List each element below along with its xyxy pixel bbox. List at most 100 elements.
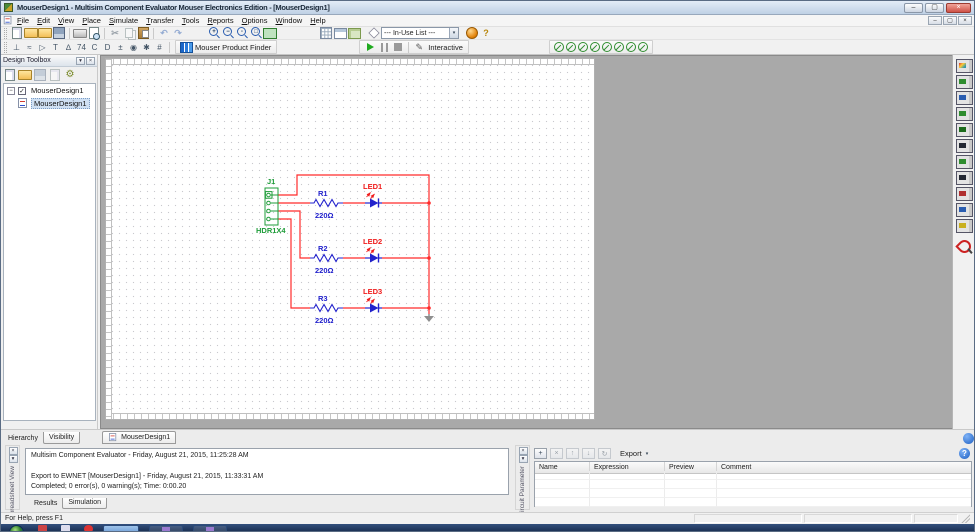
iv-analyzer-icon[interactable] <box>956 219 974 233</box>
svg-text:220Ω[interactable]: 220Ω <box>315 211 334 220</box>
frequency-counter-icon[interactable] <box>956 155 974 169</box>
spreadsheet-view-icon[interactable] <box>333 27 347 40</box>
redo-icon[interactable]: ↷ <box>171 27 185 40</box>
document-tab-mouserdesign1[interactable]: MouserDesign1 <box>102 431 176 444</box>
oscilloscope-icon[interactable] <box>956 107 974 121</box>
open-design-icon[interactable] <box>18 68 32 81</box>
differential-voltage-probe-icon[interactable] <box>589 41 601 54</box>
svg-text:220Ω[interactable]: 220Ω <box>315 316 334 325</box>
place-analog-icon[interactable]: ∆ <box>62 41 75 54</box>
multimeter-icon[interactable] <box>956 59 974 73</box>
delete-parameter-icon[interactable]: × <box>550 448 563 459</box>
in-use-list-select[interactable]: --- In-Use List --- ▾ <box>381 27 459 39</box>
new-icon[interactable] <box>10 27 24 40</box>
wattmeter-icon[interactable] <box>956 91 974 105</box>
mouser-product-finder-button[interactable]: Mouser Product Finder <box>175 40 277 54</box>
svg-text:R3[interactable]: R3 <box>318 294 328 303</box>
tab-hierarchy[interactable]: Hierarchy <box>3 432 43 444</box>
connector-ref-label[interactable]: J1 <box>267 177 275 186</box>
restore-button[interactable]: ▢ <box>925 3 944 13</box>
menu-item-tools[interactable]: Tools <box>178 16 204 25</box>
place-basic-icon[interactable]: ≈ <box>23 41 36 54</box>
svg-text:R2[interactable]: R2 <box>318 244 328 253</box>
menu-item-transfer[interactable]: Transfer <box>142 16 178 25</box>
tab-visibility[interactable]: Visibility <box>43 432 80 444</box>
pane-expand-icon[interactable]: ▾ <box>9 455 18 463</box>
new-design-icon[interactable] <box>3 68 17 81</box>
menu-item-file[interactable]: File <box>13 16 33 25</box>
menu-item-simulate[interactable]: Simulate <box>105 16 142 25</box>
copy-icon[interactable] <box>122 27 136 40</box>
taskbar-icon[interactable] <box>84 525 93 532</box>
menu-item-reports[interactable]: Reports <box>203 16 237 25</box>
voltage-probe-icon[interactable] <box>553 41 565 54</box>
taskbar-icon[interactable] <box>61 525 70 532</box>
cut-icon[interactable]: ✂ <box>108 27 122 40</box>
tree-row-child[interactable]: MouserDesign1 <box>4 97 95 110</box>
resize-grip[interactable] <box>961 514 970 523</box>
zoom-area-icon[interactable]: ▫ <box>235 27 249 40</box>
place-source-icon[interactable]: ⊥ <box>10 41 23 54</box>
logic-analyzer-icon[interactable] <box>956 187 974 201</box>
current-probe-icon[interactable] <box>565 41 577 54</box>
pane-menu-icon[interactable]: ▾ <box>76 57 85 65</box>
led-led3[interactable]: LED3 <box>363 287 382 313</box>
place-mixed-icon[interactable]: ± <box>114 41 127 54</box>
options-icon[interactable]: ⚙ <box>63 68 77 81</box>
update-parameter-icon[interactable]: ↻ <box>598 448 611 459</box>
function-generator-icon[interactable] <box>956 75 974 89</box>
current-clamp-icon[interactable] <box>956 238 974 254</box>
print-preview-icon[interactable] <box>87 27 101 40</box>
place-cmos-icon[interactable]: C <box>88 41 101 54</box>
tree-expander-icon[interactable]: − <box>7 87 15 95</box>
breadboard-view-icon[interactable] <box>347 27 361 40</box>
wires[interactable] <box>278 175 429 314</box>
probe-settings-icon[interactable] <box>637 41 649 54</box>
paste-icon[interactable] <box>136 27 150 40</box>
pane-expand-icon[interactable]: ▾ <box>519 455 528 463</box>
open-sample-icon[interactable] <box>38 27 52 40</box>
show-grid-icon[interactable] <box>319 27 333 40</box>
taskbar-icon[interactable] <box>38 525 47 532</box>
save-design-icon[interactable] <box>33 68 47 81</box>
schematic-canvas[interactable]: J1 HDR1X4 R1 220Ω LED1 <box>100 55 952 429</box>
move-up-icon[interactable]: ↑ <box>566 448 579 459</box>
minimize-button[interactable]: – <box>904 3 923 13</box>
svg-text:LED1[interactable]: LED1 <box>363 182 382 191</box>
logic-converter-icon[interactable] <box>956 203 974 217</box>
menu-item-view[interactable]: View <box>54 16 78 25</box>
pane-close-icon[interactable]: × <box>519 447 528 455</box>
svg-text:LED2[interactable]: LED2 <box>363 237 382 246</box>
undo-icon[interactable]: ↶ <box>157 27 171 40</box>
interactive-button[interactable]: ✎ Interactive <box>412 41 465 54</box>
close-button[interactable]: × <box>946 3 971 13</box>
power-probe-icon[interactable] <box>577 41 589 54</box>
menu-item-edit[interactable]: Edit <box>33 16 54 25</box>
save-icon[interactable] <box>52 27 66 40</box>
move-down-icon[interactable]: ↓ <box>582 448 595 459</box>
menu-item-options[interactable]: Options <box>238 16 272 25</box>
place-misc-icon[interactable]: ✱ <box>140 41 153 54</box>
pane-close-icon[interactable]: × <box>86 57 95 65</box>
tab-results[interactable]: Results <box>29 498 62 509</box>
close-design-icon[interactable] <box>48 68 62 81</box>
word-generator-icon[interactable] <box>956 171 974 185</box>
open-icon[interactable] <box>24 27 38 40</box>
place-connector-icon[interactable]: # <box>153 41 166 54</box>
mdi-minimize-button[interactable]: – <box>928 16 942 25</box>
voltage-reference-probe-icon[interactable] <box>613 41 625 54</box>
ground-arrow[interactable] <box>424 314 434 322</box>
svg-text:LED3[interactable]: LED3 <box>363 287 382 296</box>
add-parameter-icon[interactable]: + <box>534 448 547 459</box>
led-led2[interactable]: LED2 <box>363 237 382 263</box>
component-wizard-icon[interactable] <box>465 27 479 40</box>
chevron-down-icon[interactable]: ▾ <box>449 28 458 38</box>
connector-type-label[interactable]: HDR1X4 <box>256 226 286 235</box>
help-key-icon[interactable]: ? <box>479 27 493 40</box>
menu-item-help[interactable]: Help <box>306 16 329 25</box>
place-diode-icon[interactable]: ▷ <box>36 41 49 54</box>
zoom-in-icon[interactable]: + <box>207 27 221 40</box>
taskbar-button[interactable] <box>193 525 227 532</box>
led-led1[interactable]: LED1 <box>363 182 382 208</box>
mdi-close-button[interactable]: × <box>958 16 972 25</box>
